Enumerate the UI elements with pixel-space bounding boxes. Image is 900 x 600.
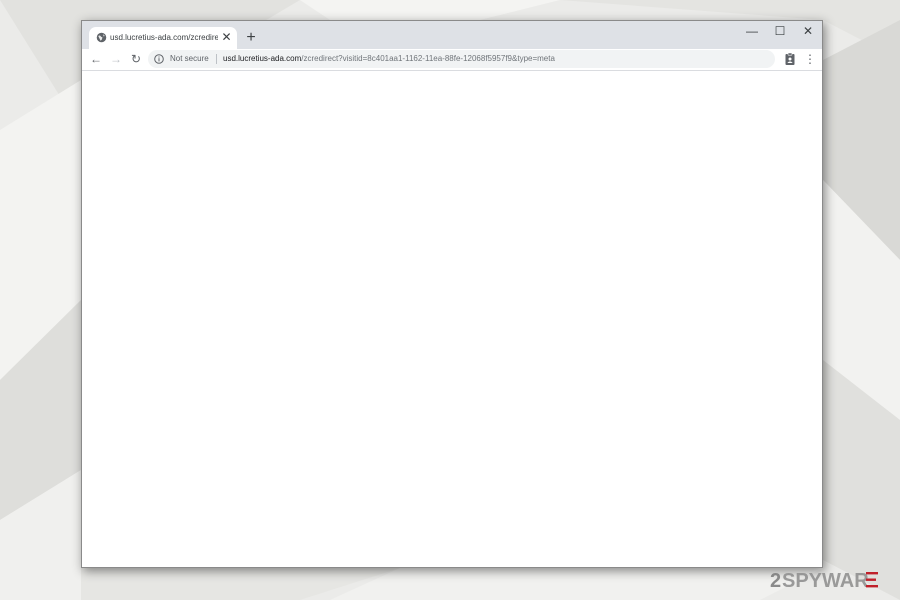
svg-text:SPYWAR: SPYWAR bbox=[782, 570, 869, 592]
spyware-logo: 2 SPYWAR bbox=[770, 570, 878, 592]
browser-toolbar: ← → ↻ Not secure usd.lucretius-ada.com/z… bbox=[82, 49, 822, 71]
page-content bbox=[82, 71, 822, 567]
maximize-icon[interactable]: ☐ bbox=[766, 21, 794, 41]
browser-tab[interactable]: usd.lucretius-ada.com/zcredirect ✕ bbox=[89, 27, 237, 49]
url-path: /zcredirect?visitid=8c401aa1-1162-11ea-8… bbox=[301, 54, 555, 63]
close-tab-icon[interactable]: ✕ bbox=[220, 31, 233, 44]
browser-window: usd.lucretius-ada.com/zcredirect ✕ + — ☐… bbox=[81, 20, 823, 568]
tab-strip: usd.lucretius-ada.com/zcredirect ✕ + — ☐… bbox=[82, 21, 822, 49]
address-bar[interactable]: Not secure usd.lucretius-ada.com/zcredir… bbox=[148, 50, 775, 68]
close-window-icon[interactable]: ✕ bbox=[794, 21, 822, 41]
svg-text:2: 2 bbox=[770, 570, 781, 592]
globe-icon bbox=[96, 32, 107, 43]
tab-title: usd.lucretius-ada.com/zcredirect bbox=[110, 33, 218, 42]
clipboard-icon[interactable] bbox=[783, 52, 797, 66]
reload-icon[interactable]: ↻ bbox=[127, 50, 145, 68]
new-tab-button[interactable]: + bbox=[242, 29, 260, 47]
info-icon[interactable] bbox=[154, 54, 164, 64]
security-status[interactable]: Not secure bbox=[170, 53, 209, 65]
back-icon[interactable]: ← bbox=[87, 50, 105, 68]
menu-icon[interactable]: ⋮ bbox=[802, 50, 818, 68]
forward-icon[interactable]: → bbox=[107, 50, 125, 68]
url-text[interactable]: usd.lucretius-ada.com/zcredirect?visitid… bbox=[223, 53, 555, 65]
minimize-icon[interactable]: — bbox=[738, 21, 766, 41]
url-host: usd.lucretius-ada.com bbox=[223, 54, 302, 63]
address-separator bbox=[216, 54, 217, 64]
